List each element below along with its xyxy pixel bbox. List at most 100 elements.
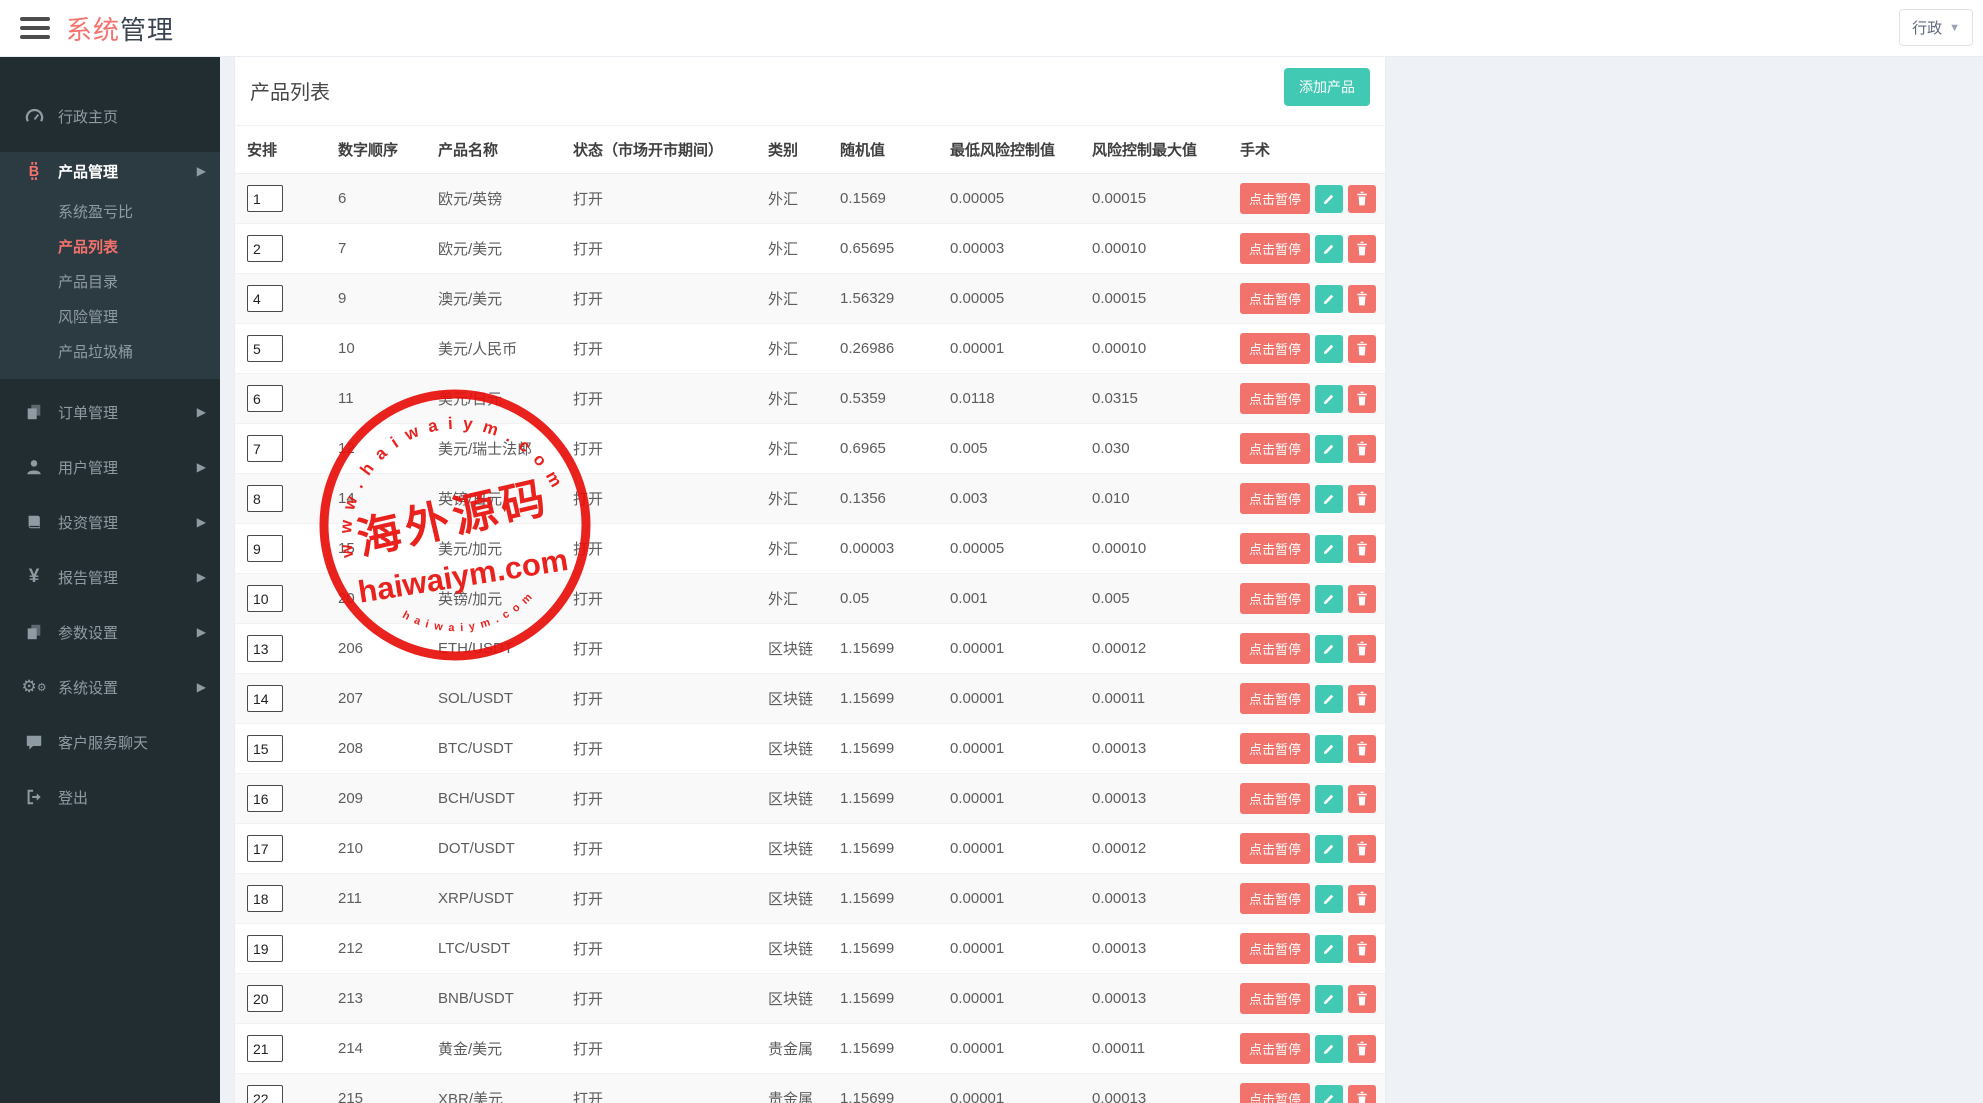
edit-button[interactable] [1315, 635, 1343, 663]
sidebar-item-parameter-settings[interactable]: 参数设置 ▶ [0, 613, 220, 651]
sort-order-input[interactable] [247, 935, 283, 962]
sort-order-input[interactable] [247, 435, 283, 462]
hamburger-menu-icon[interactable] [20, 17, 50, 39]
pause-button[interactable]: 点击暂停 [1240, 983, 1310, 1014]
sort-order-input[interactable] [247, 385, 283, 412]
pause-button[interactable]: 点击暂停 [1240, 733, 1310, 764]
sort-order-input[interactable] [247, 735, 283, 762]
add-product-button[interactable]: 添加产品 [1284, 68, 1370, 106]
edit-button[interactable] [1315, 385, 1343, 413]
sidebar-subitem-risk-management[interactable]: 风险管理 [0, 299, 220, 334]
delete-button[interactable] [1348, 1035, 1376, 1063]
pause-button[interactable]: 点击暂停 [1240, 933, 1310, 964]
pause-button[interactable]: 点击暂停 [1240, 583, 1310, 614]
edit-button[interactable] [1315, 485, 1343, 513]
sort-order-input[interactable] [247, 335, 283, 362]
delete-button[interactable] [1348, 185, 1376, 213]
sidebar-item-admin-home[interactable]: 行政主页 [0, 97, 220, 135]
sort-order-input[interactable] [247, 485, 283, 512]
delete-button[interactable] [1348, 535, 1376, 563]
pause-button[interactable]: 点击暂停 [1240, 433, 1310, 464]
pause-button[interactable]: 点击暂停 [1240, 1033, 1310, 1064]
sidebar-subitem-product-trash[interactable]: 产品垃圾桶 [0, 334, 220, 369]
delete-button[interactable] [1348, 635, 1376, 663]
edit-button[interactable] [1315, 335, 1343, 363]
category-cell: 区块链 [760, 924, 832, 974]
delete-button[interactable] [1348, 885, 1376, 913]
delete-button[interactable] [1348, 785, 1376, 813]
pause-button[interactable]: 点击暂停 [1240, 333, 1310, 364]
random-value-cell: 1.15699 [832, 874, 942, 924]
edit-button[interactable] [1315, 585, 1343, 613]
edit-button[interactable] [1315, 785, 1343, 813]
sort-order-input[interactable] [247, 185, 283, 212]
sort-order-input[interactable] [247, 535, 283, 562]
edit-button[interactable] [1315, 1085, 1343, 1103]
sort-order-input[interactable] [247, 235, 283, 262]
sidebar-subitem-system-pnl[interactable]: 系统盈亏比 [0, 194, 220, 229]
pause-button[interactable]: 点击暂停 [1240, 483, 1310, 514]
edit-button[interactable] [1315, 685, 1343, 713]
sort-order-input[interactable] [247, 285, 283, 312]
pencil-icon [1322, 692, 1336, 706]
sort-order-input[interactable] [247, 835, 283, 862]
delete-button[interactable] [1348, 585, 1376, 613]
delete-button[interactable] [1348, 385, 1376, 413]
sort-order-input[interactable] [247, 985, 283, 1012]
category-cell: 外汇 [760, 224, 832, 274]
sidebar-item-user-management[interactable]: 用户管理 ▶ [0, 448, 220, 486]
sort-order-input[interactable] [247, 785, 283, 812]
max-risk-cell: 0.00011 [1084, 1024, 1232, 1074]
sidebar-subitem-product-list[interactable]: 产品列表 [0, 229, 220, 264]
delete-button[interactable] [1348, 985, 1376, 1013]
delete-button[interactable] [1348, 485, 1376, 513]
sidebar-item-investment-management[interactable]: 投资管理 ▶ [0, 503, 220, 541]
pencil-icon [1322, 892, 1336, 906]
sidebar-item-logout[interactable]: 登出 [0, 778, 220, 816]
edit-button[interactable] [1315, 885, 1343, 913]
pause-button[interactable]: 点击暂停 [1240, 683, 1310, 714]
edit-button[interactable] [1315, 435, 1343, 463]
pause-button[interactable]: 点击暂停 [1240, 883, 1310, 914]
pause-button[interactable]: 点击暂停 [1240, 283, 1310, 314]
sort-order-input[interactable] [247, 685, 283, 712]
pause-button[interactable]: 点击暂停 [1240, 1083, 1310, 1103]
edit-button[interactable] [1315, 1035, 1343, 1063]
pause-button[interactable]: 点击暂停 [1240, 633, 1310, 664]
delete-button[interactable] [1348, 835, 1376, 863]
pause-button[interactable]: 点击暂停 [1240, 383, 1310, 414]
delete-button[interactable] [1348, 685, 1376, 713]
delete-button[interactable] [1348, 335, 1376, 363]
sidebar-item-product-management[interactable]: B 产品管理 ▶ [0, 152, 220, 190]
sidebar-item-report-management[interactable]: ¥ 报告管理 ▶ [0, 558, 220, 596]
edit-button[interactable] [1315, 835, 1343, 863]
pause-button[interactable]: 点击暂停 [1240, 783, 1310, 814]
sort-order-input[interactable] [247, 1085, 283, 1103]
delete-button[interactable] [1348, 285, 1376, 313]
delete-button[interactable] [1348, 1085, 1376, 1103]
pause-button[interactable]: 点击暂停 [1240, 183, 1310, 214]
pause-button[interactable]: 点击暂停 [1240, 233, 1310, 264]
delete-button[interactable] [1348, 935, 1376, 963]
sidebar-item-order-management[interactable]: 订单管理 ▶ [0, 393, 220, 431]
sidebar-item-system-settings[interactable]: ⚙⚙ 系统设置 ▶ [0, 668, 220, 706]
sort-order-input[interactable] [247, 635, 283, 662]
edit-button[interactable] [1315, 185, 1343, 213]
delete-button[interactable] [1348, 435, 1376, 463]
edit-button[interactable] [1315, 285, 1343, 313]
sort-order-input[interactable] [247, 885, 283, 912]
edit-button[interactable] [1315, 935, 1343, 963]
delete-button[interactable] [1348, 735, 1376, 763]
pause-button[interactable]: 点击暂停 [1240, 833, 1310, 864]
sidebar-subitem-product-catalog[interactable]: 产品目录 [0, 264, 220, 299]
edit-button[interactable] [1315, 235, 1343, 263]
sort-order-input[interactable] [247, 1035, 283, 1062]
user-menu-dropdown[interactable]: 行政 ▼ [1899, 9, 1973, 46]
edit-button[interactable] [1315, 985, 1343, 1013]
delete-button[interactable] [1348, 235, 1376, 263]
edit-button[interactable] [1315, 535, 1343, 563]
sort-order-input[interactable] [247, 585, 283, 612]
pause-button[interactable]: 点击暂停 [1240, 533, 1310, 564]
edit-button[interactable] [1315, 735, 1343, 763]
sidebar-item-customer-service-chat[interactable]: 客户服务聊天 [0, 723, 220, 761]
